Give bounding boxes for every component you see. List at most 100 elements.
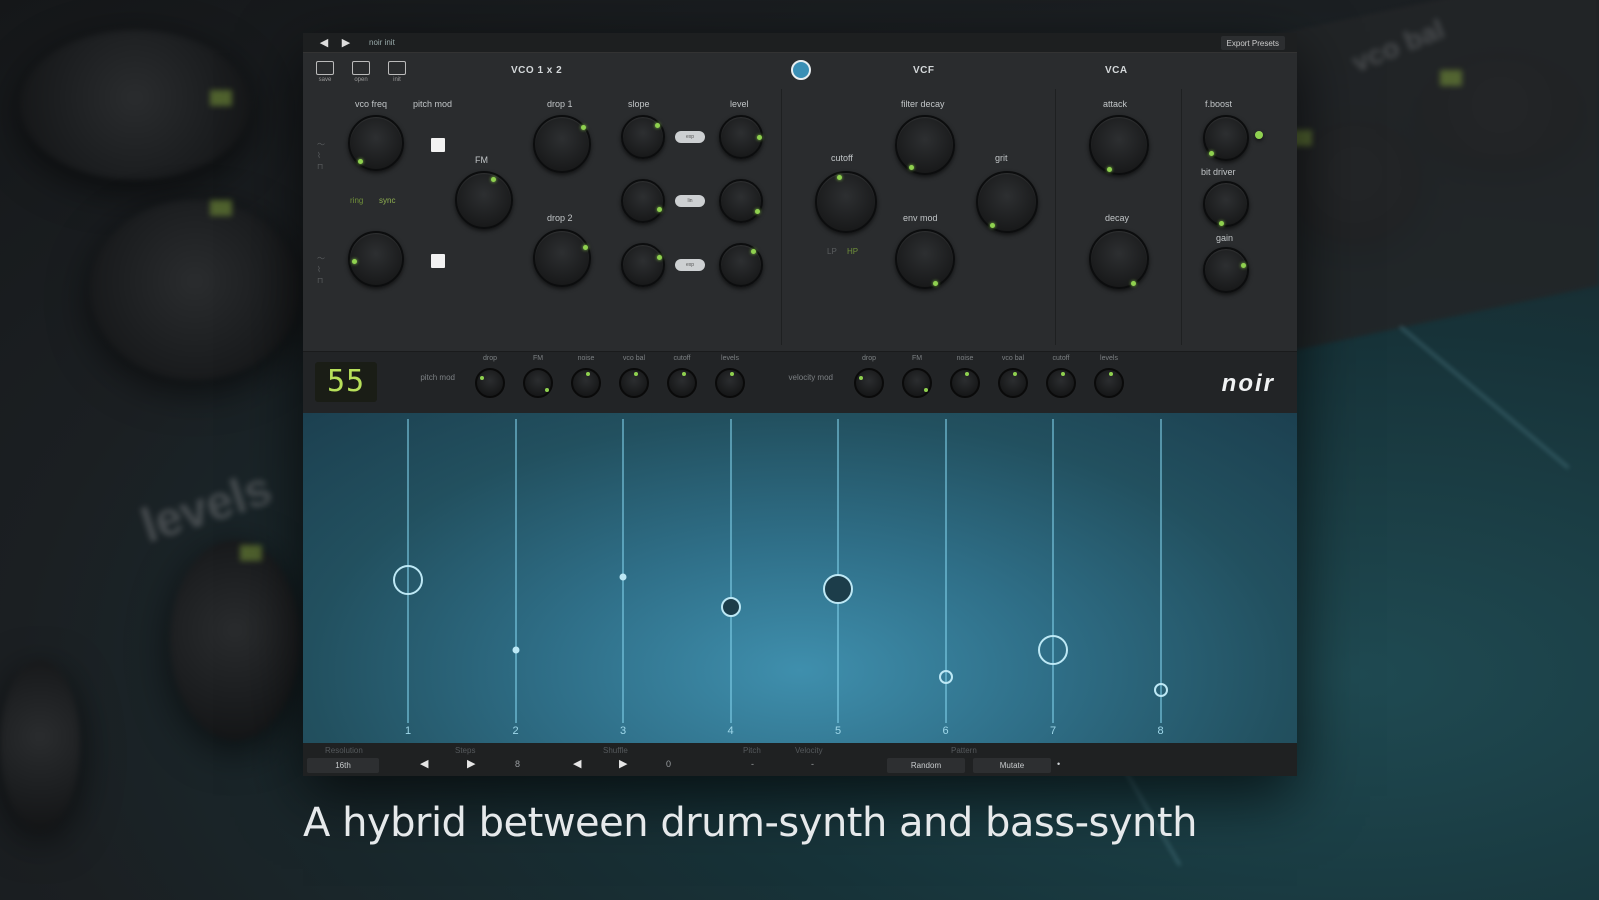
file-buttons: save open init <box>313 61 409 87</box>
pitch-mod-noise-knob[interactable] <box>571 368 601 398</box>
velocity-mod-noise-knob[interactable] <box>950 368 980 398</box>
pattern-menu-icon[interactable]: • <box>1057 759 1060 769</box>
step-node[interactable] <box>938 670 953 685</box>
waveform-selector-1[interactable]: 〜 ⌇ ⊓ <box>317 139 325 172</box>
pitch-mod-levels-knob[interactable] <box>715 368 745 398</box>
resolution-select[interactable]: 16th <box>307 758 379 773</box>
velocity-mod-knob-label: drop <box>861 355 876 362</box>
shuffle-decrease-button[interactable]: ◀ <box>573 757 581 770</box>
ring-toggle[interactable]: ring <box>350 196 363 205</box>
vco1-freq-knob[interactable] <box>348 115 404 171</box>
init-button[interactable]: init <box>385 61 409 87</box>
steps-value: 8 <box>515 759 521 769</box>
steps-decrease-button[interactable]: ◀ <box>420 757 428 770</box>
step-node[interactable] <box>823 574 853 605</box>
vco-freq-label: vco freq <box>355 99 388 109</box>
step-sequencer[interactable]: 1 2 3 4 5 6 7 8 <box>303 413 1297 743</box>
step-node[interactable] <box>720 597 741 618</box>
background-knob <box>170 540 300 740</box>
mutate-button[interactable]: Mutate <box>973 758 1051 773</box>
step-node[interactable] <box>619 573 627 581</box>
open-button[interactable]: open <box>349 61 373 87</box>
env1-switch[interactable]: exp <box>675 131 705 143</box>
pattern-label: Pattern <box>951 746 977 755</box>
drop2-knob[interactable] <box>533 229 591 287</box>
step-node[interactable] <box>393 565 423 596</box>
step-node[interactable] <box>1038 635 1068 666</box>
slope3-knob[interactable] <box>621 243 665 287</box>
pitch-mod-knob-label: levels <box>721 355 739 362</box>
velocity-mod-levels-knob[interactable] <box>1094 368 1124 398</box>
grit-knob[interactable] <box>976 171 1038 233</box>
pitch-mod-cutoff-knob[interactable] <box>667 368 697 398</box>
bit-driver-knob[interactable] <box>1203 181 1249 227</box>
velocity-mod-cutoff-knob[interactable] <box>1046 368 1076 398</box>
waveform-selector-2[interactable]: 〜 ⌇ ⊓ <box>317 253 325 286</box>
env2-switch[interactable]: lin <box>675 195 705 207</box>
pitch-mod-fm-knob[interactable] <box>523 368 553 398</box>
velocity-mod-knob-label: levels <box>1100 355 1118 362</box>
background-knob <box>90 200 300 380</box>
random-button[interactable]: Random <box>887 758 965 773</box>
velocity-mod-drop-knob[interactable] <box>854 368 884 398</box>
save-icon <box>316 61 334 75</box>
filter-boost-knob[interactable] <box>1203 115 1249 161</box>
drop1-knob[interactable] <box>533 115 591 173</box>
preset-name[interactable]: noir init <box>369 38 395 47</box>
gain-knob[interactable] <box>1203 247 1249 293</box>
decay-knob[interactable] <box>1089 229 1149 289</box>
step-node[interactable] <box>512 646 519 654</box>
vco2-freq-knob[interactable] <box>348 231 404 287</box>
background-indicator <box>210 200 232 216</box>
vco-section-title: VCO 1 x 2 <box>511 65 563 76</box>
env-mod-label: env mod <box>903 213 938 223</box>
steps-increase-button[interactable]: ▶ <box>467 757 475 770</box>
background-knob <box>0 660 80 830</box>
sync-toggle[interactable]: sync <box>379 196 395 205</box>
fm-knob[interactable] <box>455 171 513 229</box>
step-number: 7 <box>1049 725 1057 737</box>
folder-icon <box>352 61 370 75</box>
velocity-value[interactable]: - <box>811 759 814 769</box>
shuffle-increase-button[interactable]: ▶ <box>619 757 627 770</box>
pitch-value[interactable]: - <box>751 759 754 769</box>
slope2-knob[interactable] <box>621 179 665 223</box>
lp-toggle[interactable]: LP <box>827 247 837 256</box>
velocity-mod-fm-knob[interactable] <box>902 368 932 398</box>
background-indicator <box>240 545 262 561</box>
steps-label: Steps <box>455 746 476 755</box>
filter-decay-knob[interactable] <box>895 115 955 175</box>
vco2-pitch-mod-toggle[interactable] <box>431 254 445 268</box>
vco1-pitch-mod-toggle[interactable] <box>431 138 445 152</box>
env3-switch[interactable]: exp <box>675 259 705 271</box>
slope-label: slope <box>628 99 650 109</box>
cutoff-knob[interactable] <box>815 171 877 233</box>
tempo-display[interactable]: 55 <box>315 362 377 402</box>
attack-knob[interactable] <box>1089 115 1149 175</box>
step-number: 6 <box>942 725 949 737</box>
slope1-knob[interactable] <box>621 115 665 159</box>
gain-label: gain <box>1216 233 1234 243</box>
step-node[interactable] <box>1153 682 1168 697</box>
step-lane[interactable] <box>729 419 732 723</box>
hp-toggle[interactable]: HP <box>847 247 858 256</box>
shuffle-value: 0 <box>666 759 672 769</box>
step-lane[interactable] <box>1052 419 1054 723</box>
next-preset-button[interactable]: ▶ <box>335 33 357 53</box>
pitch-mod-vco-bal-knob[interactable] <box>619 368 649 398</box>
save-button[interactable]: save <box>313 61 337 87</box>
pitch-mod-drop-knob[interactable] <box>475 368 505 398</box>
step-lane[interactable] <box>514 419 517 723</box>
level1-knob[interactable] <box>719 115 763 159</box>
filter-boost-label: f.boost <box>1205 99 1233 109</box>
level3-knob[interactable] <box>719 243 763 287</box>
decay-label: decay <box>1105 213 1130 223</box>
step-lane[interactable] <box>1159 419 1162 723</box>
prev-preset-button[interactable]: ◀ <box>313 33 335 53</box>
env-mod-knob[interactable] <box>895 229 955 289</box>
step-lane[interactable] <box>837 419 839 723</box>
velocity-mod-vco-bal-knob[interactable] <box>998 368 1028 398</box>
step-lane[interactable] <box>622 419 624 723</box>
export-presets-button[interactable]: Export Presets <box>1220 36 1285 50</box>
level2-knob[interactable] <box>719 179 763 223</box>
